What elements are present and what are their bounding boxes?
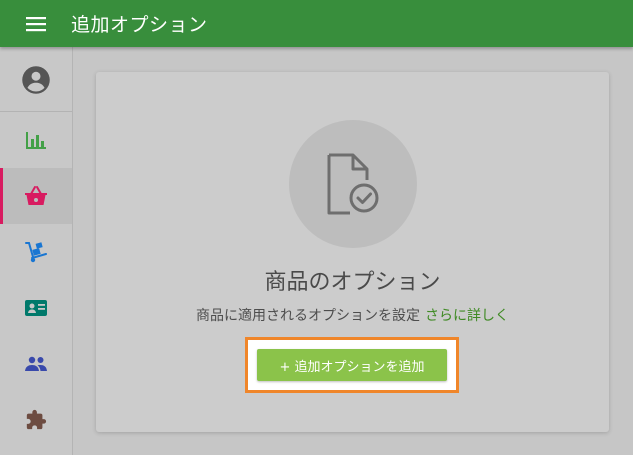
file-check-icon [327, 153, 379, 215]
sidebar-item-reports[interactable] [0, 112, 72, 168]
button-highlight-frame: + 追加オプションを追加 [245, 337, 459, 393]
description-text: 商品に適用されるオプションを設定 [196, 308, 420, 324]
sidebar-item-shipping[interactable] [0, 224, 72, 280]
bar-chart-icon [26, 132, 46, 149]
top-app-bar: 追加オプション [0, 0, 633, 47]
basket-icon [25, 186, 47, 205]
page-title: 追加オプション [71, 14, 208, 36]
hamburger-menu-icon [26, 16, 46, 31]
contact-card-icon [25, 300, 47, 316]
people-icon [25, 356, 47, 371]
empty-state-illustration [289, 120, 417, 248]
account-circle-icon [22, 66, 50, 94]
hand-truck-icon [25, 242, 47, 263]
sidebar-item-customers[interactable] [0, 280, 72, 336]
add-option-button[interactable]: + 追加オプションを追加 [257, 349, 447, 381]
empty-state-description: 商品に適用されるオプションを設定 さらに詳しく [96, 305, 609, 325]
empty-state-card: 商品のオプション 商品に適用されるオプションを設定 さらに詳しく + 追加オプショ… [96, 72, 609, 432]
sidebar-item-products[interactable] [0, 168, 72, 224]
learn-more-link[interactable]: さらに詳しく [425, 308, 509, 324]
sidebar-item-account[interactable] [0, 52, 72, 108]
sidebar-nav [0, 47, 73, 455]
sidebar-item-users[interactable] [0, 336, 72, 392]
puzzle-icon [26, 409, 47, 430]
menu-button[interactable] [25, 13, 47, 35]
empty-state-title: 商品のオプション [264, 270, 441, 295]
sidebar-item-extensions[interactable] [0, 392, 72, 448]
